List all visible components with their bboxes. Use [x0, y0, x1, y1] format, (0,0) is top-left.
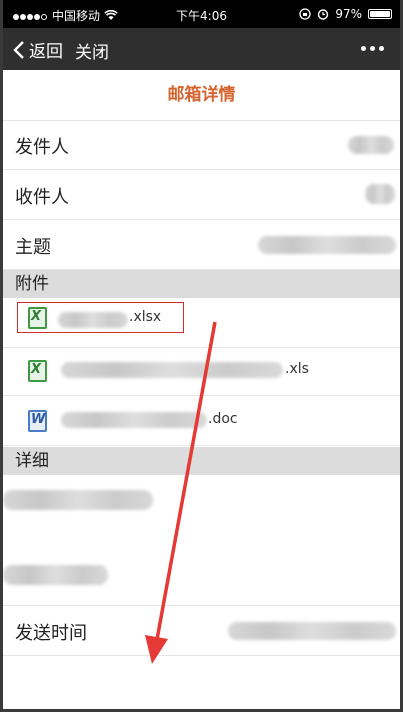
attachment-name-redacted	[61, 362, 283, 378]
details-body	[3, 475, 400, 606]
send-time-row: 发送时间	[3, 606, 400, 656]
details-text-redacted	[3, 565, 108, 585]
attachments-header: 附件	[3, 270, 400, 298]
attachment-item[interactable]: X .xlsx	[3, 298, 400, 348]
attachment-item[interactable]: W .doc	[3, 396, 400, 446]
close-button[interactable]: 关闭	[75, 38, 109, 63]
chevron-left-icon	[13, 40, 24, 59]
attachment-name-redacted	[58, 312, 128, 328]
phone-screen: 中国移动 下午4:06 97% 返回 关闭 邮箱详情 发件人 收件人 主题 附件…	[0, 0, 403, 712]
excel-file-icon: X	[28, 307, 47, 329]
attachment-extension: .xls	[285, 361, 309, 377]
excel-file-icon: X	[28, 360, 47, 382]
rotation-lock-icon	[299, 8, 311, 20]
sender-label: 发件人	[15, 137, 69, 158]
sender-row: 发件人	[3, 120, 400, 170]
back-label: 返回	[29, 42, 63, 62]
details-text-redacted	[3, 490, 153, 510]
recipient-row: 收件人	[3, 170, 400, 220]
sender-value-redacted	[348, 136, 394, 154]
more-options-icon[interactable]	[361, 46, 384, 51]
recipient-value-redacted	[365, 184, 395, 204]
send-time-label: 发送时间	[15, 623, 87, 644]
battery-icon	[368, 9, 392, 19]
attachment-name-redacted	[61, 412, 207, 428]
alarm-icon	[318, 9, 329, 20]
status-right: 97%	[299, 7, 392, 21]
battery-percent: 97%	[335, 7, 362, 21]
attachment-item[interactable]: X .xls	[3, 346, 400, 396]
word-file-icon: W	[28, 410, 47, 432]
page-title: 邮箱详情	[3, 70, 400, 121]
subject-value-redacted	[258, 236, 396, 254]
send-time-value-redacted	[228, 622, 396, 640]
nav-bar: 返回 关闭	[3, 28, 400, 70]
status-bar: 中国移动 下午4:06 97%	[3, 0, 400, 28]
back-button[interactable]: 返回	[13, 37, 63, 62]
details-header: 详细	[3, 447, 400, 475]
attachment-extension: .xlsx	[129, 309, 162, 325]
subject-label: 主题	[15, 237, 51, 258]
subject-row: 主题	[3, 220, 400, 270]
recipient-label: 收件人	[15, 187, 69, 208]
attachment-extension: .doc	[208, 411, 238, 427]
